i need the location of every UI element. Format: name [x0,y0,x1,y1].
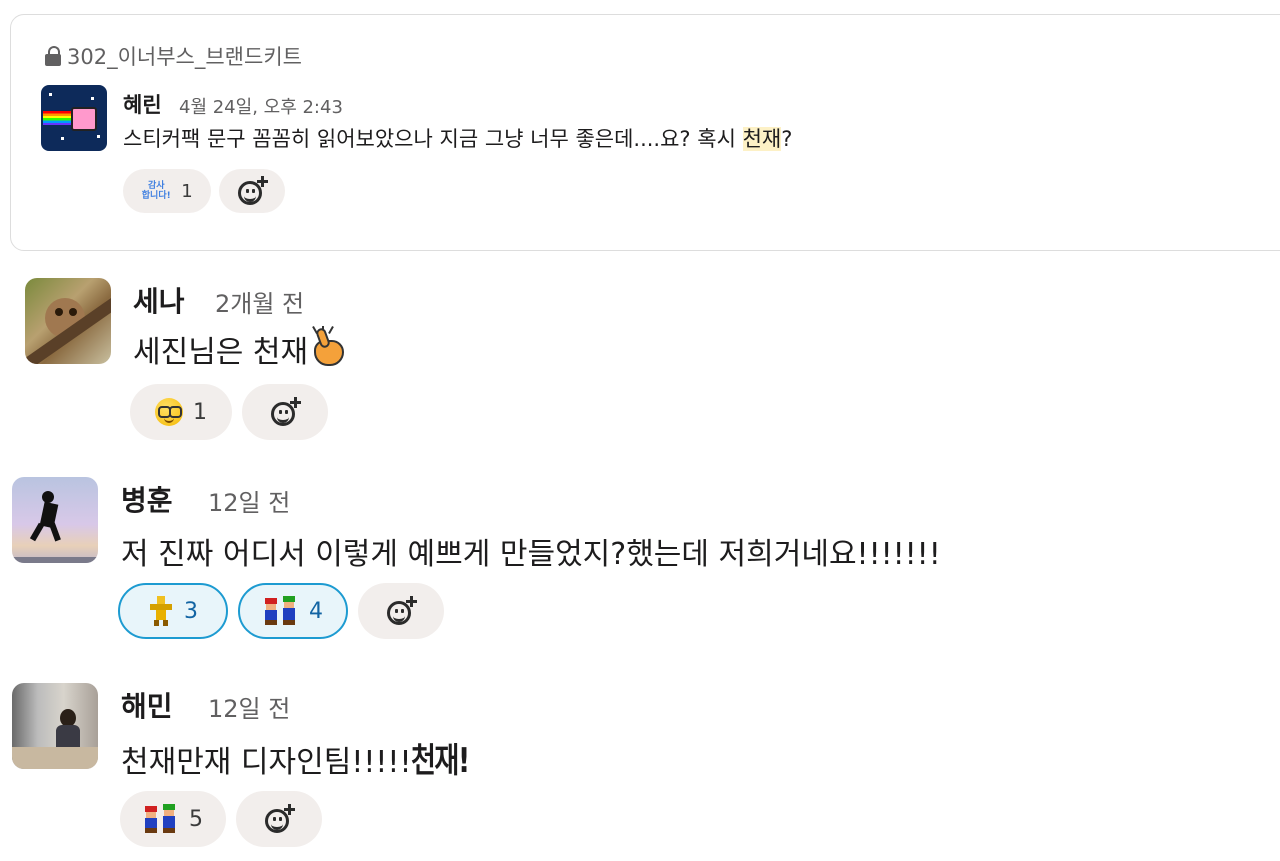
add-reaction-button[interactable] [242,384,328,440]
pixel-mario-luigi-emoji-icon [263,596,299,626]
message-text-part: 천재만재 디자인팀!!!!! [121,745,412,780]
channel-name: 302_이너부스_브랜드키트 [67,45,302,69]
lock-icon [45,46,61,66]
thanks-emoji-text: 합니다! [141,191,171,201]
thanks-emoji-icon: 감사 합니다! [141,181,171,201]
add-reaction-button[interactable] [236,791,322,847]
message-text-part: ? [781,127,793,151]
avatar[interactable] [25,278,111,364]
hand-sparkle-icon [308,326,348,370]
reaction-pixel-mario-luigi[interactable]: 4 [238,583,348,639]
reaction-count: 5 [189,806,203,832]
channel-label[interactable]: 302_이너부스_브랜드키트 [45,41,302,71]
add-reaction-button[interactable] [219,169,285,213]
reactions: 5 [120,791,322,847]
reaction-count: 3 [184,598,198,624]
author-name[interactable]: 해민 [121,685,173,725]
add-reaction-button[interactable] [358,583,444,639]
avatar[interactable] [41,85,107,151]
add-reaction-icon [269,396,301,428]
add-reaction-icon [263,803,295,835]
reactions: 1 [130,384,328,440]
pixel-mario-luigi-emoji-icon [143,804,179,834]
message-text: 저 진짜 어디서 이렇게 예쁘게 만들었지?했는데 저희거네요!!!!!!! [121,537,941,572]
reaction-count: 1 [181,180,193,202]
highlighted-keyword: 천재 [742,127,782,151]
thanks-emoji-text: 감사 [147,181,165,191]
message-text-part: 세진님은 천재 [133,335,309,370]
quoted-message-card[interactable]: 302_이너부스_브랜드키트 혜린 4월 24일, 오후 2:43 스티커팩 문… [10,14,1280,251]
reaction-nerd-face[interactable]: 1 [130,384,232,440]
timestamp[interactable]: 12일 전 [208,689,290,724]
author-name[interactable]: 병훈 [121,479,173,519]
timestamp[interactable]: 2개월 전 [215,284,304,319]
timestamp[interactable]: 4월 24일, 오후 2:43 [179,93,343,119]
reaction-count: 1 [193,399,207,425]
reaction-pixel-mario-luigi[interactable]: 5 [120,791,226,847]
author-name[interactable]: 세나 [133,280,185,320]
reactions: 감사 합니다! 1 [123,169,285,213]
avatar[interactable] [12,683,98,769]
message-text: 스티커팩 문구 꼼꼼히 읽어보았으나 지금 그냥 너무 좋은데....요? 혹시… [123,123,792,153]
sticker-text: 천재! [411,741,470,781]
reaction-pixel-hero[interactable]: 3 [118,583,228,639]
reaction-thanks[interactable]: 감사 합니다! 1 [123,169,211,213]
author-name[interactable]: 혜린 [123,89,162,119]
reactions: 3 4 [118,583,444,639]
add-reaction-icon [236,175,268,207]
message-text: 천재만재 디자인팀!!!!!천재! [121,733,484,782]
avatar[interactable] [12,477,98,563]
pixel-hero-emoji-icon [148,596,174,626]
add-reaction-icon [385,595,417,627]
message-text-part: 스티커팩 문구 꼼꼼히 읽어보았으나 지금 그냥 너무 좋은데....요? 혹시 [123,127,743,151]
timestamp[interactable]: 12일 전 [208,483,290,518]
reaction-count: 4 [309,598,323,624]
message-text: 세진님은 천재 [133,326,348,371]
nerd-face-emoji-icon [155,398,183,426]
